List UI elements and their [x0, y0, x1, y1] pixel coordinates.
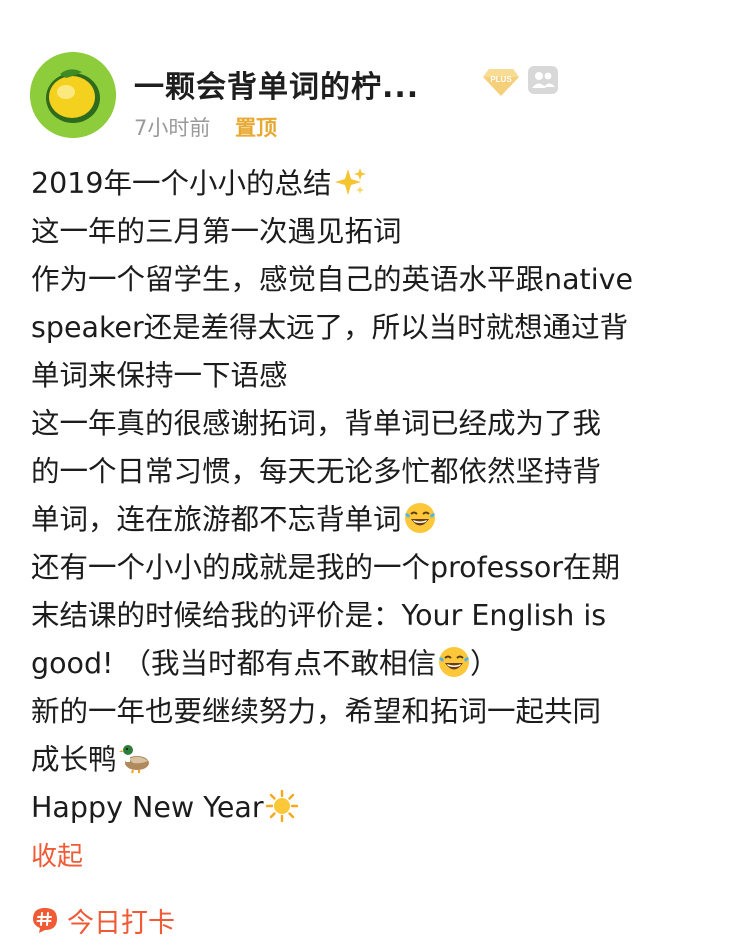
content-line: 这一年的三月第一次遇见拓词 [31, 215, 402, 248]
post-header: 一颗会背单词的柠... PLUS 7小时前 置顶 [30, 52, 720, 142]
content-text: good! （我当时都有点不敢相信 [31, 647, 437, 680]
plus-badge-text: PLUS [490, 75, 512, 84]
content-text: 成长鸭 [31, 743, 117, 776]
content-line: good! （我当时都有点不敢相信 ） [31, 640, 721, 688]
sun-icon [265, 790, 298, 822]
content-text: 2019年一个小小的总结 [31, 167, 332, 200]
content-line: 单词来保持一下语感 [31, 359, 288, 392]
post-meta: 7小时前 置顶 [134, 112, 277, 142]
content-text: ） [470, 647, 499, 680]
sparkles-icon [334, 166, 366, 198]
laughing-tears-icon [438, 646, 470, 678]
laughing-tears-icon [404, 502, 436, 534]
content-line: 的一个日常习惯，每天无论多忙都依然坚持背 [31, 455, 602, 488]
content-line: 单词，连在旅游都不忘背单词 [31, 496, 721, 544]
collapse-link[interactable]: 收起 [31, 836, 83, 873]
duck-icon [118, 742, 151, 774]
content-line: 末结课的时候给我的评价是：Your English is [31, 599, 607, 632]
post-time: 7小时前 [134, 116, 211, 140]
content-text: Happy New Year [31, 791, 264, 824]
content-line: 新的一年也要继续努力，希望和拓词一起共同 [31, 695, 602, 728]
topic-tag-label: 今日打卡 [67, 907, 175, 939]
friends-icon[interactable] [528, 66, 558, 94]
content-line: speaker还是差得太远了，所以当时就想通过背 [31, 311, 629, 344]
content-line: 2019年一个小小的总结 [31, 160, 721, 208]
content-line: 这一年真的很感谢拓词，背单词已经成为了我 [31, 407, 602, 440]
lemon-avatar-icon [30, 52, 116, 138]
pinned-badge: 置顶 [235, 116, 278, 140]
content-text: 单词，连在旅游都不忘背单词 [31, 503, 402, 536]
topic-tag[interactable]: 今日打卡 [31, 900, 175, 940]
content-line: 作为一个留学生，感觉自己的英语水平跟native [31, 263, 634, 296]
content-line: 成长鸭 [31, 736, 721, 784]
post-content: 2019年一个小小的总结 这一年的三月第一次遇见拓词 作为一个留学生，感觉自己的… [31, 160, 721, 832]
hashtag-icon [31, 906, 59, 934]
author-name[interactable]: 一颗会背单词的柠... [134, 62, 419, 106]
avatar[interactable] [30, 52, 116, 138]
content-line: 还有一个小小的成就是我的一个professor在期 [31, 551, 621, 584]
plus-diamond-icon[interactable]: PLUS [482, 66, 520, 98]
content-line: Happy New Year [31, 784, 721, 832]
